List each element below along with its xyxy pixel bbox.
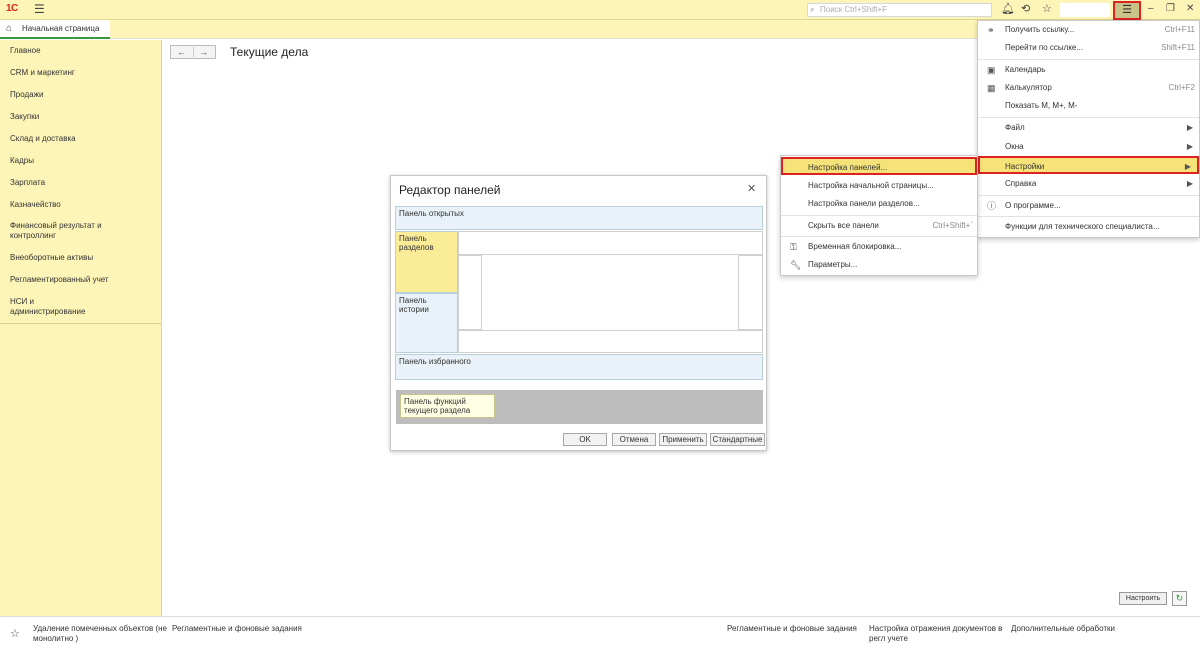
- sidebar-item-admin[interactable]: НСИ и администрирование: [10, 297, 105, 317]
- top-bar: 1С ☰ ⌕ Поиск Ctrl+Shift+F 🔔︎ ⟲ ☆ ☰ – ❐ ✕: [0, 0, 1200, 20]
- sidebar-divider: [0, 323, 162, 324]
- sidebar-item-warehouse[interactable]: Склад и доставка: [10, 134, 155, 144]
- calendar-icon: ▣: [987, 65, 996, 75]
- footer-link-delete-marked[interactable]: Удаление помеченных объектов (не монолит…: [33, 624, 168, 644]
- workspace-left: [458, 255, 482, 330]
- panel-history-area[interactable]: Панель истории: [395, 293, 458, 353]
- footer-link-scheduled-jobs[interactable]: Регламентные и фоновые задания: [172, 624, 302, 634]
- footer-link-extra-processing[interactable]: Дополнительные обработки: [1011, 624, 1115, 634]
- dialog-close-icon[interactable]: ✕: [747, 182, 756, 195]
- favorites-star-icon[interactable]: ☆: [1042, 2, 1052, 15]
- workspace-bottom: [458, 330, 763, 353]
- footer-link-doc-reflection[interactable]: Настройка отражения документов в регл уч…: [869, 624, 1004, 644]
- settings-submenu: Настройка панелей... Настройка начальной…: [780, 155, 978, 276]
- menu-item-tech-functions[interactable]: Функции для технического специалиста...: [978, 218, 1199, 236]
- cancel-button[interactable]: Отмена: [612, 433, 656, 446]
- sidebar-item-regulated-accounting[interactable]: Регламентированный учет: [10, 275, 155, 285]
- star-icon[interactable]: ☆: [10, 627, 20, 640]
- minimize-icon[interactable]: –: [1148, 3, 1154, 14]
- chevron-right-icon: ▶: [1186, 179, 1193, 188]
- sidebar-item-hr[interactable]: Кадры: [10, 156, 155, 166]
- menu-item-calendar[interactable]: ▣ Календарь: [978, 61, 1199, 79]
- footer-link-scheduled-jobs-2[interactable]: Регламентные и фоновые задания: [727, 624, 857, 634]
- menu-item-calculator[interactable]: ▦ Калькулятор Ctrl+F2: [978, 79, 1199, 97]
- menu-item-help[interactable]: Справка ▶: [978, 175, 1199, 193]
- menu-item-about[interactable]: ⓘ О программе...: [978, 197, 1199, 215]
- lock-user-icon: ⚿: [790, 242, 797, 252]
- panel-favorites-area[interactable]: Панель избранного: [395, 354, 763, 380]
- panel-open-label: Панель открытых: [399, 209, 464, 218]
- calculator-icon: ▦: [987, 83, 996, 93]
- panel-open-area[interactable]: Панель открытых: [395, 206, 763, 230]
- submenu-item-temp-lock[interactable]: ⚿ Временная блокировка...: [781, 238, 977, 256]
- apply-button[interactable]: Применить: [659, 433, 707, 446]
- sidebar-item-sales[interactable]: Продажи: [10, 90, 155, 100]
- user-name-field: [1060, 3, 1110, 17]
- page-title: Текущие дела: [230, 45, 309, 59]
- search-input[interactable]: ⌕ Поиск Ctrl+Shift+F: [807, 3, 992, 17]
- forward-arrow-icon[interactable]: →: [199, 46, 208, 58]
- menu-item-memory[interactable]: Показать M, M+, M-: [978, 97, 1199, 115]
- sidebar-item-payroll[interactable]: Зарплата: [10, 178, 155, 188]
- chevron-right-icon: ▶: [1186, 142, 1193, 151]
- sidebar-item-crm[interactable]: CRM и маркетинг: [10, 68, 155, 78]
- menu-item-get-link[interactable]: ⚭ Получить ссылку... Ctrl+F11: [978, 21, 1199, 39]
- tab-home-label: Начальная страница: [22, 24, 100, 33]
- home-icon: ⌂: [6, 23, 13, 34]
- submenu-item-sections-panel[interactable]: Настройка панели разделов...: [781, 195, 977, 213]
- chevron-right-icon: ▶: [1186, 123, 1193, 132]
- back-arrow-icon[interactable]: ←: [177, 46, 186, 58]
- panel-history-label: Панель истории: [399, 296, 429, 314]
- workspace-top: [458, 231, 763, 255]
- sidebar-item-financial-result[interactable]: Финансовый результат и контроллинг: [10, 221, 120, 241]
- panel-sections-area[interactable]: Панель разделов: [395, 231, 458, 293]
- menu-item-follow-link[interactable]: Перейти по ссылке... Shift+F11: [978, 39, 1199, 57]
- sidebar-item-main[interactable]: Главное: [10, 46, 155, 56]
- menu-item-windows[interactable]: Окна ▶: [978, 138, 1199, 156]
- tab-home[interactable]: ⌂ Начальная страница: [0, 20, 110, 39]
- panel-functions-area[interactable]: Панель функций текущего раздела: [396, 390, 763, 424]
- info-icon: ⓘ: [987, 201, 997, 211]
- submenu-item-hide-panels[interactable]: Скрыть все панели Ctrl+Shift+`: [781, 217, 977, 235]
- app-logo: 1С: [6, 3, 18, 14]
- search-placeholder: Поиск Ctrl+Shift+F: [820, 5, 888, 14]
- default-button[interactable]: Стандартные: [710, 433, 765, 446]
- close-window-icon[interactable]: ✕: [1186, 3, 1194, 14]
- restore-icon[interactable]: ❐: [1166, 3, 1175, 14]
- submenu-item-panels[interactable]: Настройка панелей...: [781, 157, 977, 175]
- search-icon: ⌕: [810, 5, 815, 14]
- chevron-right-icon: ▶: [1184, 162, 1191, 171]
- link-icon: ⚭: [987, 25, 995, 35]
- sidebar-item-treasury[interactable]: Казначейство: [10, 200, 155, 210]
- panel-sections-label: Панель разделов: [399, 234, 434, 252]
- footer-bar: ☆ Удаление помеченных объектов (не монол…: [0, 616, 1200, 650]
- menu-item-file[interactable]: Файл ▶: [978, 119, 1199, 137]
- sidebar: Главное CRM и маркетинг Продажи Закупки …: [0, 40, 162, 616]
- menu-lines-icon: ☰: [1122, 4, 1132, 16]
- submenu-item-start-page[interactable]: Настройка начальной страницы...: [781, 177, 977, 195]
- main-menu-dropdown: ⚭ Получить ссылку... Ctrl+F11 Перейти по…: [977, 20, 1200, 238]
- submenu-item-parameters[interactable]: 🔧︎ Параметры...: [781, 256, 977, 274]
- dialog-title: Редактор панелей: [399, 183, 501, 197]
- hamburger-menu-icon[interactable]: ☰: [34, 2, 45, 16]
- refresh-icon[interactable]: ↻: [1172, 591, 1187, 606]
- panel-favorites-label: Панель избранного: [399, 357, 471, 366]
- customize-button[interactable]: Настроить: [1119, 592, 1167, 605]
- panel-functions-label: Панель функций текущего раздела: [400, 394, 495, 418]
- sidebar-item-purchases[interactable]: Закупки: [10, 112, 155, 122]
- nav-arrows: ← →: [170, 45, 216, 59]
- menu-item-settings[interactable]: Настройки ▶: [978, 156, 1199, 174]
- history-icon[interactable]: ⟲: [1021, 2, 1030, 15]
- sidebar-item-fixed-assets[interactable]: Внеоборотные активы: [10, 253, 155, 263]
- main-menu-button[interactable]: ☰: [1113, 1, 1141, 20]
- workspace-right: [738, 255, 763, 330]
- panel-editor-dialog: Редактор панелей ✕ Панель открытых Панел…: [390, 175, 767, 451]
- ok-button[interactable]: OK: [563, 433, 607, 446]
- wrench-icon: 🔧︎: [790, 260, 802, 270]
- bell-icon[interactable]: 🔔︎: [1001, 2, 1015, 15]
